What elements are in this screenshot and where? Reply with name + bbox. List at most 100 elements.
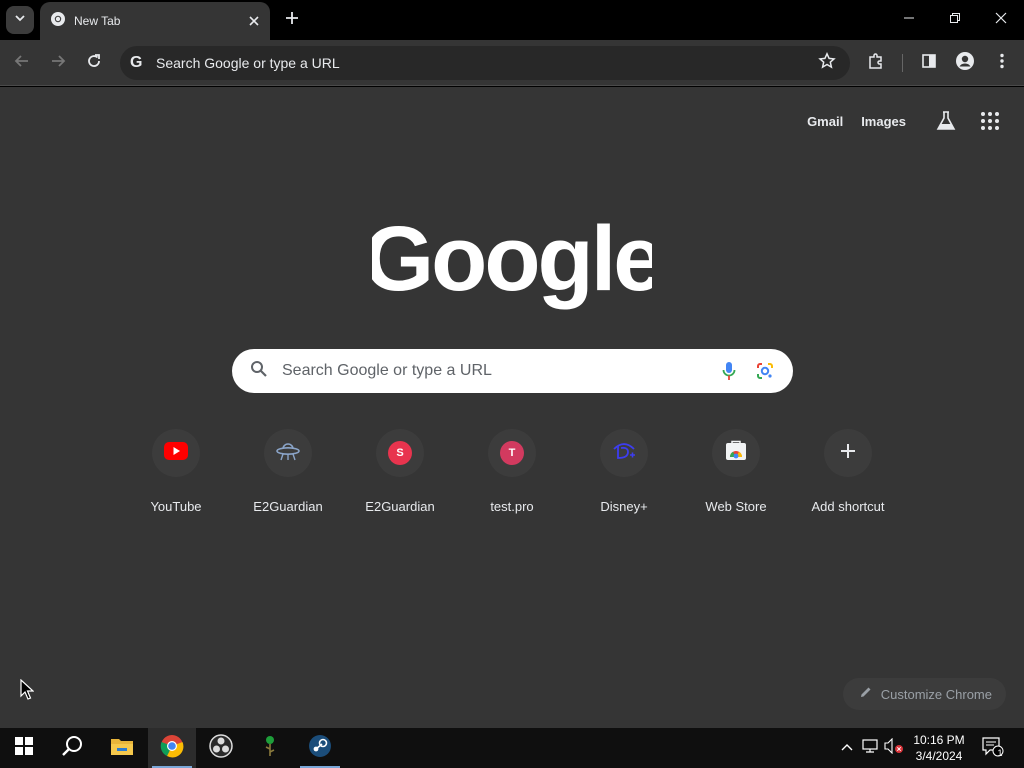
volume-muted-icon [884,737,904,759]
search-box[interactable]: Search Google or type a URL [232,349,793,393]
shortcut-youtube[interactable]: YouTube [120,427,232,527]
taskbar-file-explorer[interactable] [98,728,146,768]
new-tab-page: Gmail Images Google Search Google or typ… [0,87,1024,728]
customize-chrome-label: Customize Chrome [880,686,992,702]
letter-t-icon: T [500,441,524,465]
shortcut-label: E2Guardian [365,499,435,514]
reload-button[interactable] [80,49,108,77]
shortcut-tile [712,429,760,477]
reload-icon [86,53,102,74]
steam-icon [308,734,332,763]
add-shortcut-button[interactable]: Add shortcut [792,427,904,527]
back-button[interactable] [8,49,36,77]
minimize-icon [903,11,915,29]
kebab-menu-icon [1000,53,1004,74]
tab-title: New Tab [74,14,121,28]
clock-time: 10:16 PM [913,733,965,747]
address-bar-text: Search Google or type a URL [156,55,340,71]
pencil-icon [859,685,873,704]
shortcut-e2guardian-2[interactable]: S E2Guardian [344,427,456,527]
shortcut-tile [152,429,200,477]
microphone-icon[interactable] [715,357,743,385]
shortcut-label: test.pro [490,499,534,514]
taskbar-app-tree[interactable] [246,728,294,768]
title-bar: New Tab [0,0,1024,40]
gmail-link[interactable]: Gmail [807,114,843,129]
profile-button[interactable] [951,49,979,77]
shortcut-label: Add shortcut [811,499,885,514]
ufo-icon [275,439,301,468]
shortcut-tile [824,429,872,477]
network-status-button[interactable] [861,738,881,758]
minimize-button[interactable] [886,0,932,40]
browser-toolbar: G Search Google or type a URL [0,40,1024,86]
taskbar-chrome[interactable] [148,728,196,768]
google-g-icon: G [128,52,146,75]
extensions-button[interactable] [862,49,890,77]
chevron-down-icon [14,11,26,29]
bookmark-star-icon[interactable] [818,51,836,75]
obs-icon [209,733,233,763]
letter-s-icon: S [388,441,412,465]
shortcut-tile [264,429,312,477]
top-links: Gmail Images [807,105,1006,137]
shortcut-tile: S [376,429,424,477]
shortcut-label: Disney+ [600,499,648,514]
restore-icon [949,11,961,29]
notification-count: 1 [997,748,1003,758]
google-logo: Google [372,208,652,310]
folder-icon [110,736,134,761]
tree-app-icon [260,734,280,763]
apps-grid-icon[interactable] [974,105,1006,137]
shortcut-label: Web Store [705,499,767,514]
address-bar[interactable]: G Search Google or type a URL [120,46,850,80]
close-window-button[interactable] [978,0,1024,40]
action-center-button[interactable]: 1 [980,736,1006,762]
windows-logo-icon [15,736,33,760]
chrome-icon [50,11,66,32]
plus-icon [840,443,856,464]
taskbar-steam[interactable] [296,728,344,768]
close-tab-icon[interactable] [244,11,264,31]
menu-button[interactable] [988,49,1016,77]
taskbar-clock[interactable]: 10:16 PM 3/4/2024 [908,732,970,764]
arrow-left-icon [14,53,30,74]
youtube-icon [164,441,188,465]
shortcut-tile: T [488,429,536,477]
forward-button[interactable] [44,49,72,77]
svg-text:G: G [130,54,142,70]
labs-flask-icon[interactable] [930,105,962,137]
start-button[interactable] [0,728,48,768]
side-panel-button[interactable] [915,49,943,77]
restore-button[interactable] [932,0,978,40]
search-placeholder: Search Google or type a URL [282,362,492,379]
profile-icon [955,51,975,76]
new-tab-button[interactable] [280,8,304,32]
google-lens-icon[interactable] [751,357,779,385]
chrome-icon [160,734,184,763]
toolbar-divider [902,54,903,72]
taskbar-obs[interactable] [197,728,245,768]
taskbar-search-button[interactable] [48,728,96,768]
search-icon [61,735,83,762]
images-link[interactable]: Images [861,114,906,129]
search-icon [250,360,268,383]
volume-button[interactable] [884,737,904,759]
tab-search-button[interactable] [6,6,34,34]
shortcut-label: YouTube [150,499,202,514]
mouse-pointer-icon [20,679,34,700]
show-hidden-icons-button[interactable] [837,738,857,758]
close-icon [995,11,1007,29]
chevron-up-icon [841,739,853,757]
customize-chrome-button[interactable]: Customize Chrome [842,678,1006,710]
shortcut-disney-plus[interactable]: Disney+ [568,427,680,527]
arrow-right-icon [50,53,66,74]
tab-new-tab[interactable]: New Tab [40,2,270,40]
disney-plus-icon [612,440,636,467]
shortcut-e2guardian[interactable]: E2Guardian [232,427,344,527]
shortcut-test-pro[interactable]: T test.pro [456,427,568,527]
side-panel-icon [921,53,937,74]
web-store-icon [724,440,748,467]
shortcut-web-store[interactable]: Web Store [680,427,792,527]
clock-date: 3/4/2024 [915,749,963,763]
